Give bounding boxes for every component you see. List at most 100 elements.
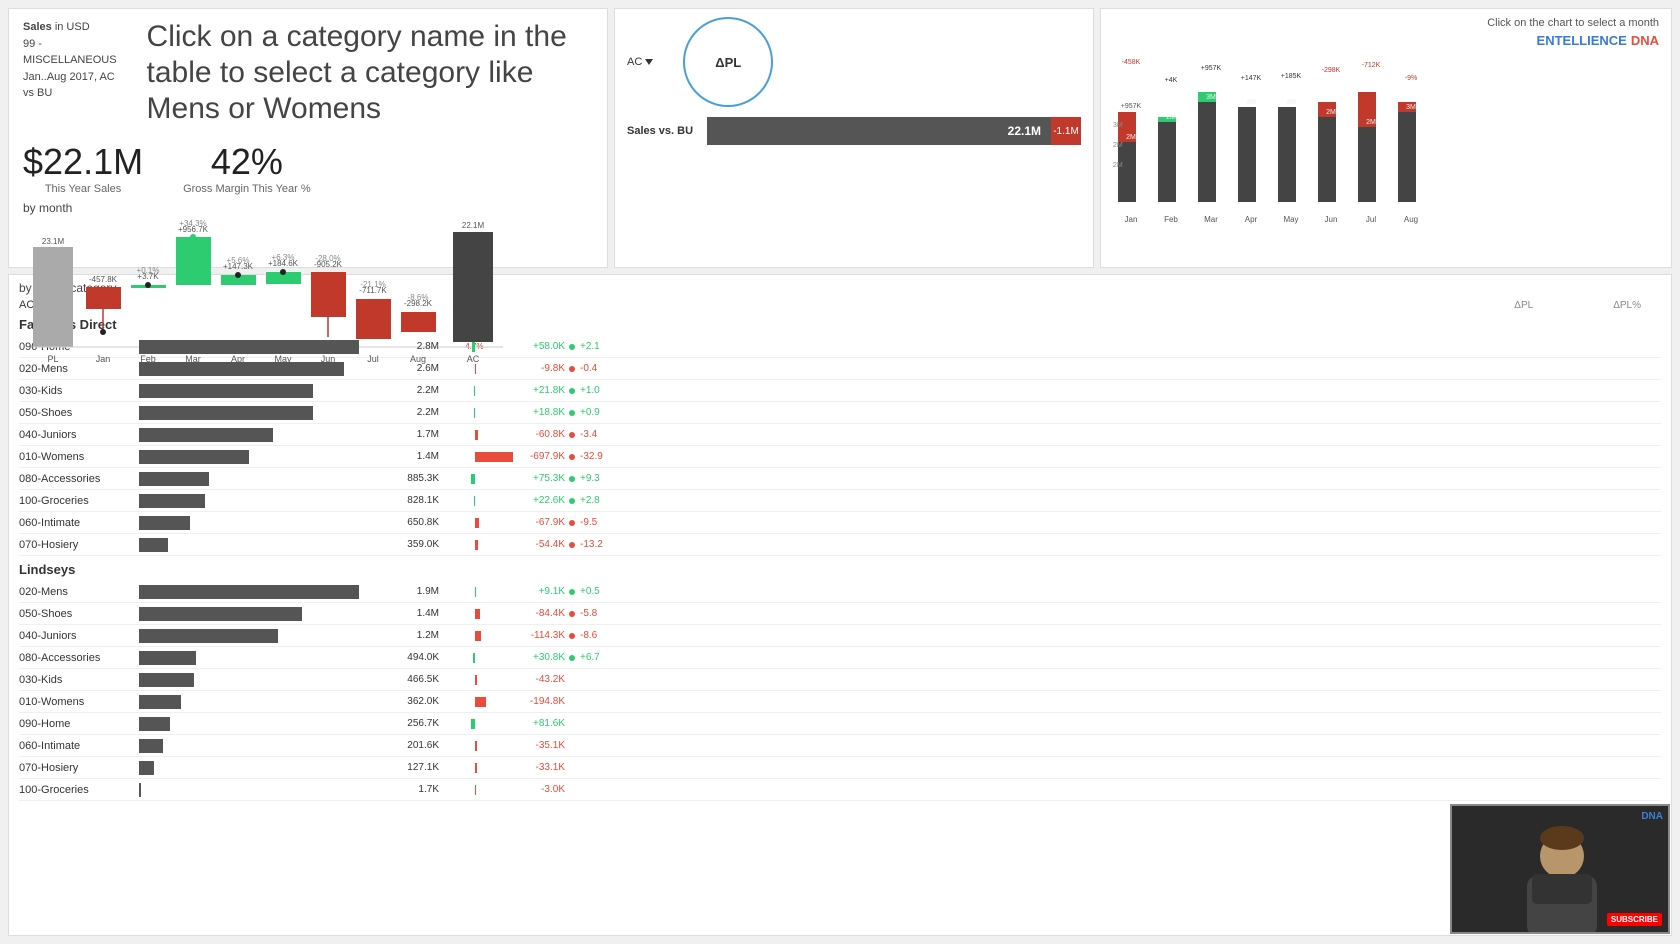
row-bar-value: 466.5K (407, 673, 439, 687)
period-label: Jan..Aug 2017, AC vs BU (23, 69, 117, 102)
row-bar (139, 494, 205, 508)
delta-value: +30.8K (505, 652, 565, 663)
delta-bar (475, 741, 477, 751)
row-deltapct-area: +6.7 (569, 652, 729, 663)
row-bar (139, 739, 163, 753)
delta-value: -35.1K (505, 740, 565, 751)
pct-dot (569, 589, 575, 595)
delta-bar-container (449, 785, 501, 795)
col-delta-pl-pct-header: ΔPL% (1613, 300, 1641, 311)
row-bar-value: 201.6K (407, 739, 439, 753)
table-row[interactable]: 070-Hosiery359.0K-54.4K-13.2 (19, 534, 1661, 556)
row-bar-value: 362.0K (407, 695, 439, 709)
top-row: Sales in USD 99 - MISCELLANEOUS Jan..Aug… (8, 8, 1672, 268)
row-deltapct-area: +1.0 (569, 385, 729, 396)
row-delta-area: +30.8K (449, 652, 569, 663)
table-row[interactable]: 010-Womens362.0K-194.8K (19, 691, 1661, 713)
pct-dot (569, 542, 575, 548)
table-row[interactable]: 030-Kids2.2M+21.8K+1.0 (19, 380, 1661, 402)
row-bar-value: 359.0K (407, 538, 439, 552)
middle-panel: AC ΔPL Sales vs. BU 22.1M -1.1M (614, 8, 1094, 268)
table-row[interactable]: 070-Hosiery127.1K-33.1K (19, 757, 1661, 779)
row-bar-area: 362.0K (139, 695, 399, 709)
svg-text:3M: 3M (1246, 99, 1256, 106)
delta-value: -67.9K (505, 517, 565, 528)
pct-value: -8.6 (580, 630, 597, 641)
logo-text: ENTELLIENCE (1537, 33, 1627, 48)
category-label: 99 - MISCELLANEOUS (23, 36, 117, 69)
row-label: 030-Kids (19, 385, 139, 397)
svg-text:3M: 3M (1286, 99, 1296, 106)
ac-dropdown-icon[interactable] (645, 59, 653, 65)
fashions-direct-table: 090-Home2.8M+58.0K+2.1020-Mens2.6M-9.8K-… (19, 336, 1661, 556)
row-bar-area: 2.2M (139, 406, 399, 420)
ac-selector[interactable]: AC (627, 56, 653, 68)
delta-bar (475, 452, 513, 462)
table-row[interactable]: 090-Home256.7K+81.6K (19, 713, 1661, 735)
table-row[interactable]: 100-Groceries 1.7K -3.0K (19, 779, 1661, 801)
table-row[interactable]: 040-Juniors1.2M-114.3K-8.6 (19, 625, 1661, 647)
table-row[interactable]: 040-Juniors1.7M-60.8K-3.4 (19, 424, 1661, 446)
monthly-chart-area[interactable]: -458K Jan +4K Feb +957K Mar +147K (1113, 52, 1659, 259)
delta-bar (475, 609, 480, 619)
table-row[interactable]: 100-Groceries828.1K+22.6K+2.8 (19, 490, 1661, 512)
delta-bar (474, 386, 475, 396)
pct-value: +1.0 (580, 385, 600, 396)
row-bar-area: 494.0K (139, 651, 399, 665)
row-bar-value: 1.2M (417, 629, 439, 643)
table-row[interactable]: 050-Shoes2.2M+18.8K+0.9 (19, 402, 1661, 424)
table-row[interactable]: 060-Intimate201.6K-35.1K (19, 735, 1661, 757)
svg-text:Mar: Mar (1204, 215, 1218, 224)
delta-bar (474, 496, 475, 506)
row-label: 100-Groceries (19, 784, 139, 796)
delta-value: +22.6K (505, 495, 565, 506)
table-row[interactable]: 020-Mens1.9M+9.1K+0.5 (19, 581, 1661, 603)
main-container: Sales in USD 99 - MISCELLANEOUS Jan..Aug… (0, 0, 1680, 944)
svg-text:-458K: -458K (1122, 59, 1141, 66)
row-bar-area: 2.2M (139, 384, 399, 398)
row-bar-area: 1.2M (139, 629, 399, 643)
row-label: 060-Intimate (19, 517, 139, 529)
row-delta-area: -67.9K (449, 517, 569, 528)
kpi-margin-label: Gross Margin This Year % (183, 183, 311, 195)
table-row[interactable]: 080-Accessories494.0K+30.8K+6.7 (19, 647, 1661, 669)
table-row[interactable]: 060-Intimate650.8K-67.9K-9.5 (19, 512, 1661, 534)
delta-value: -33.1K (505, 762, 565, 773)
row-label: 070-Hosiery (19, 539, 139, 551)
row-delta-area: -54.4K (449, 539, 569, 550)
svg-text:3M: 3M (1113, 122, 1123, 129)
row-label: 020-Mens (19, 586, 139, 598)
right-panel: Click on the chart to select a month ENT… (1100, 8, 1672, 268)
delta-bar-container (449, 763, 501, 773)
pct-dot (569, 410, 575, 416)
by-month-label: by month (23, 201, 593, 215)
row-bar-value: 1.7M (417, 428, 439, 442)
delta-bar (471, 474, 475, 484)
row-bar (139, 428, 273, 442)
delta-bar-container (449, 496, 501, 506)
row-bar-value: 1.7K (418, 783, 439, 797)
table-row[interactable]: 010-Womens1.4M-697.9K-32.9 (19, 446, 1661, 468)
row-deltapct-area: -32.9 (569, 451, 729, 462)
table-row[interactable]: 050-Shoes1.4M-84.4K-5.8 (19, 603, 1661, 625)
row-bar-value: 494.0K (407, 651, 439, 665)
delta-bar-container (449, 474, 501, 484)
svg-text:-298K: -298K (1322, 67, 1341, 74)
svg-text:+147K: +147K (1241, 75, 1262, 82)
pct-value: -32.9 (580, 451, 603, 462)
row-deltapct-area: +9.3 (569, 473, 729, 484)
row-bar (139, 472, 209, 486)
delta-bar (475, 675, 477, 685)
table-row[interactable]: 030-Kids466.5K-43.2K (19, 669, 1661, 691)
sales-bar-row: Sales vs. BU 22.1M -1.1M (627, 117, 1081, 145)
pct-value: +0.9 (580, 407, 600, 418)
headline-text: Click on a category name in the table to… (147, 19, 593, 127)
table-row[interactable]: 080-Accessories885.3K+75.3K+9.3 (19, 468, 1661, 490)
sales-bar-container: 22.1M -1.1M (707, 117, 1081, 145)
delta-value: -3.0K (505, 784, 565, 795)
row-deltapct-area: +0.9 (569, 407, 729, 418)
row-bar-area: 466.5K (139, 673, 399, 687)
svg-text:Jun: Jun (1325, 215, 1338, 224)
row-bar (139, 651, 196, 665)
table-row[interactable]: 020-Mens2.6M-9.8K-0.4 (19, 358, 1661, 380)
